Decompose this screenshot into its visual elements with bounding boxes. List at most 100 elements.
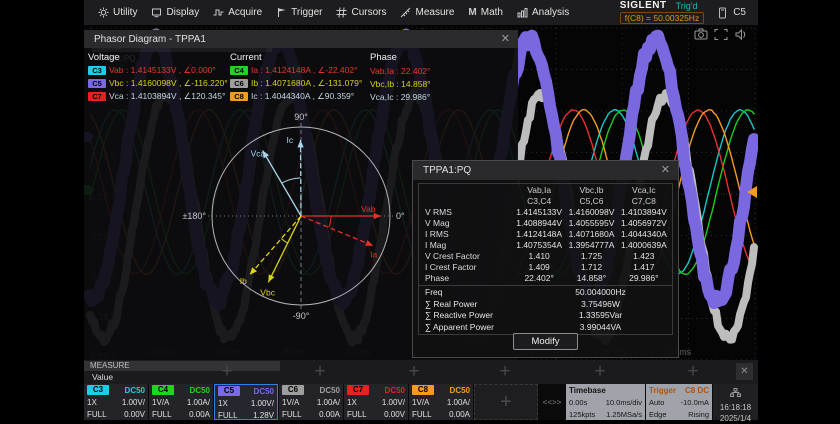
add-measurement-icon[interactable]: + <box>673 360 713 384</box>
pq-col-subheader: C5,C6 <box>565 196 617 207</box>
pq-value: 1.4160098V <box>565 207 617 218</box>
channel-badge: C8 <box>230 92 248 101</box>
voltage-row: C7Vca : 1.4103894V , ∠120.345° <box>88 90 230 103</box>
pq-row-label: Phase <box>421 273 513 284</box>
expand-icon[interactable] <box>715 30 727 40</box>
timebase-title: Timebase <box>569 386 606 395</box>
pq-sum-value: 1.33595Var <box>531 310 670 322</box>
menu-measure[interactable]: Measure <box>400 7 454 18</box>
menu-utility-label: Utility <box>113 7 137 18</box>
pq-value: 1.4124148A <box>513 229 565 240</box>
pq-value: 1.4055595V <box>565 218 617 229</box>
menu-analysis[interactable]: Analysis <box>517 7 569 18</box>
pq-sum-value: 50.004000Hz <box>531 287 670 299</box>
sound-icon[interactable] <box>736 30 745 39</box>
pq-value: 22.402° <box>513 273 565 284</box>
timebase-box[interactable]: Timebase 0.00s10.0ms/div 125kpts1.25MSa/… <box>566 384 645 420</box>
voltage-row: C5Vbc : 1.4160098V , ∠-116.220° <box>88 77 230 90</box>
menu-display-label: Display <box>166 7 199 18</box>
current-row: C4Ia : 1.4124148A , ∠-22.402° <box>230 64 370 77</box>
pq-value: 1.423 <box>618 251 670 262</box>
close-icon[interactable]: ✕ <box>736 363 753 380</box>
pq-row-label: I Mag <box>421 240 513 251</box>
channel-badge: C6 <box>282 385 304 395</box>
pq-value: 1.725 <box>565 251 617 262</box>
chart-icon <box>517 7 528 18</box>
current-header: Current <box>230 52 370 64</box>
camera-icon[interactable] <box>695 29 707 39</box>
pq-col-header: Vbc,Ib <box>565 185 617 196</box>
pq-value: 14.858° <box>565 273 617 284</box>
phase-column: Phase Vab,Ia : 22.402° Vbc,Ib : 14.858° … <box>370 52 514 103</box>
measure-strip: MEASURE <box>84 361 280 371</box>
menu-math[interactable]: M Math <box>468 7 503 18</box>
channel-box-c6[interactable]: C6DC50 1V/A1.00A/ FULL0.00A <box>279 384 343 420</box>
pq-dialog-header[interactable]: TPPA1:PQ ✕ <box>413 161 678 180</box>
pq-value: 1.417 <box>618 262 670 273</box>
pq-row-label: V RMS <box>421 207 513 218</box>
channel-badge: C8 <box>412 385 434 395</box>
phasor-panel-header[interactable]: Phasor Diagram - TPPA1 ✕ <box>84 30 518 48</box>
pq-value: 1.712 <box>565 262 617 273</box>
menu-cursors-label: Cursors <box>351 7 386 18</box>
pq-value: 1.4088944V <box>513 218 565 229</box>
add-measurement-icon[interactable]: + <box>580 360 620 384</box>
phasor-panel-title: Phasor Diagram - TPPA1 <box>94 34 206 45</box>
network-icon <box>730 388 741 397</box>
menu-trigger[interactable]: Trigger <box>276 7 322 18</box>
channel-box-c8[interactable]: C8DC50 1V/A1.00A/ FULL0.00A <box>409 384 473 420</box>
menu-acquire[interactable]: Acquire <box>213 7 262 18</box>
modify-button[interactable]: Modify <box>513 333 579 350</box>
add-measurement-icon[interactable]: + <box>207 360 247 384</box>
channel-box-c3[interactable]: C3DC50 1X1.00V/ FULL0.00V <box>84 384 148 420</box>
channel-badge: C6 <box>230 79 248 88</box>
pq-row-label: V Mag <box>421 218 513 229</box>
pq-row-label: I RMS <box>421 229 513 240</box>
channel-box-c4[interactable]: C4DC50 1V/A1.00A/ FULL0.00A <box>149 384 213 420</box>
pq-col-header: Vca,Ic <box>618 185 670 196</box>
add-measurement-icon[interactable]: + <box>300 360 340 384</box>
voltage-column: Voltage C3Vab : 1.4145133V , ∠0.000° C5V… <box>88 52 230 103</box>
oscilloscope-ui: Utility Display Acquire Trigger Cursors … <box>84 0 758 420</box>
channel-box-c7[interactable]: C7DC50 1X1.00V/ FULL0.00V <box>344 384 408 420</box>
channel-badge: C7 <box>88 92 106 101</box>
menu-trigger-label: Trigger <box>291 7 322 18</box>
storage-icon[interactable] <box>718 7 727 19</box>
pq-sum-label: ∑ Reactive Power <box>421 310 531 322</box>
active-channel-indicator[interactable]: C5 <box>733 7 746 18</box>
pq-sum-label: ∑ Real Power <box>421 299 531 311</box>
ruler-icon <box>400 7 411 18</box>
menu-measure-label: Measure <box>415 7 454 18</box>
pq-value: 1.4000639A <box>618 240 670 251</box>
descriptor-scroll-arrows[interactable]: <<>> <box>539 384 565 420</box>
menu-cursors[interactable]: Cursors <box>336 7 386 18</box>
clock-time: 16:18:18 <box>713 402 758 413</box>
channel-badge: C3 <box>88 66 106 75</box>
frequency-counter: f(C8) = 50.00325Hz <box>620 12 704 24</box>
pq-value: 1.410 <box>513 251 565 262</box>
channel-box-c5[interactable]: C5DC50 1X1.00V/ FULL1.28V <box>214 384 278 420</box>
current-column: Current C4Ia : 1.4124148A , ∠-22.402° C6… <box>230 52 370 103</box>
add-measurement-icon[interactable]: + <box>394 360 434 384</box>
trigger-box[interactable]: TriggerC8 DC Auto-10.0mA EdgeRising <box>646 384 712 420</box>
menu-bar: Utility Display Acquire Trigger Cursors … <box>84 0 758 25</box>
menu-analysis-label: Analysis <box>532 7 569 18</box>
brand-block: SIGLENT Trig'd f(C8) = 50.00325Hz <box>620 1 704 24</box>
phase-row: Vbc,Ib : 14.858° <box>370 77 514 90</box>
voltage-row: C3Vab : 1.4145133V , ∠0.000° <box>88 64 230 77</box>
add-channel-slot[interactable]: + <box>474 384 538 420</box>
pq-col-subheader: C7,C8 <box>618 196 670 207</box>
pq-value: 1.4075354A <box>513 240 565 251</box>
close-icon[interactable]: ✕ <box>661 165 670 176</box>
phase-row: Vab,Ia : 22.402° <box>370 64 514 77</box>
pq-value: 1.3954777A <box>565 240 617 251</box>
phase-header: Phase <box>370 52 514 64</box>
menu-display[interactable]: Display <box>151 7 199 18</box>
menu-utility[interactable]: Utility <box>98 7 137 18</box>
pq-value: 29.986° <box>618 273 670 284</box>
close-icon[interactable]: ✕ <box>501 34 510 45</box>
svg-text:-90°: -90° <box>293 311 310 321</box>
add-measurement-icon[interactable]: + <box>485 360 525 384</box>
voltage-header: Voltage <box>88 52 230 64</box>
channel-badge: C5 <box>218 386 240 396</box>
